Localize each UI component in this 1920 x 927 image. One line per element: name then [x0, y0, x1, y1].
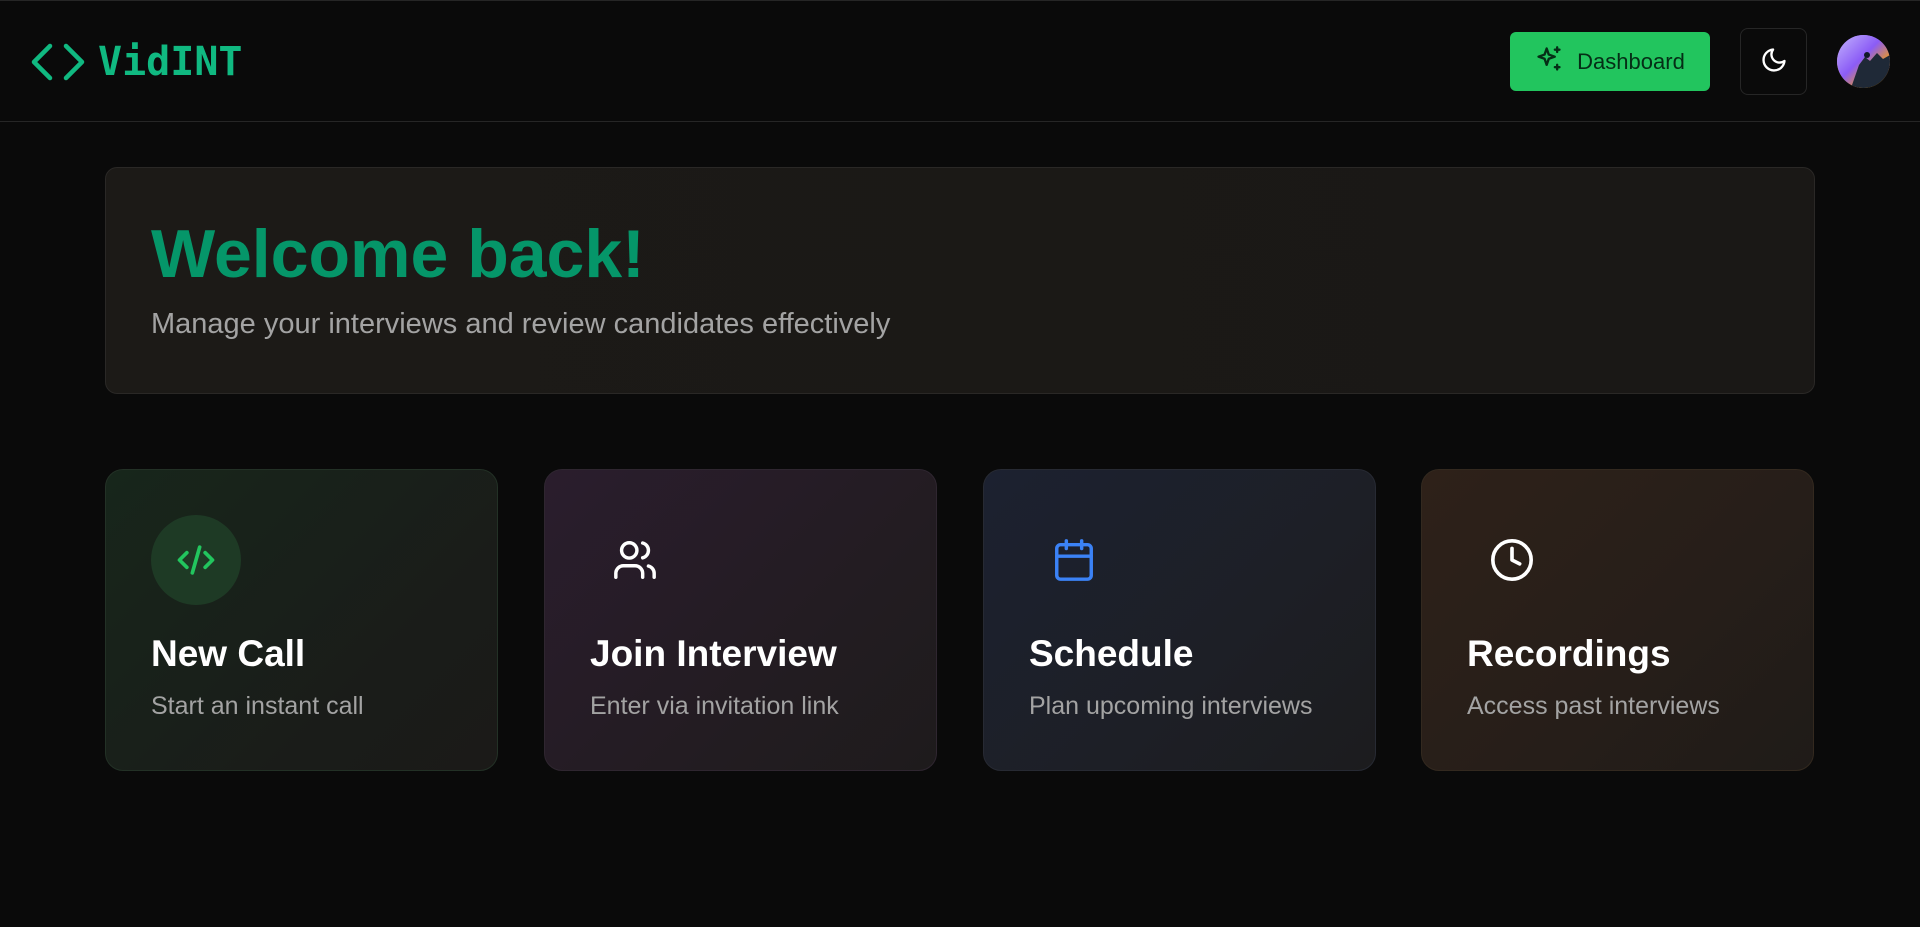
- recordings-card[interactable]: Recordings Access past interviews: [1421, 469, 1814, 771]
- welcome-subtitle: Manage your interviews and review candid…: [151, 308, 891, 340]
- theme-toggle-button[interactable]: [1740, 28, 1807, 95]
- moon-icon: [1760, 46, 1788, 77]
- card-description: Access past interviews: [1467, 692, 1720, 720]
- code-icon: [151, 515, 241, 605]
- dashboard-button[interactable]: Dashboard: [1510, 32, 1710, 91]
- new-call-card[interactable]: New Call Start an instant call: [105, 469, 498, 771]
- card-description: Start an instant call: [151, 692, 364, 720]
- users-icon: [590, 515, 680, 605]
- welcome-title: Welcome back!: [151, 216, 645, 292]
- logo-text: VidINT: [98, 39, 243, 85]
- card-description: Enter via invitation link: [590, 692, 839, 720]
- dashboard-button-label: Dashboard: [1577, 48, 1685, 74]
- card-description: Plan upcoming interviews: [1029, 692, 1313, 720]
- card-title: Join Interview: [590, 633, 837, 674]
- sparkles-icon: [1535, 45, 1563, 79]
- user-avatar[interactable]: [1837, 35, 1890, 88]
- code-brackets-icon: [30, 42, 86, 82]
- schedule-card[interactable]: Schedule Plan upcoming interviews: [983, 469, 1376, 771]
- logo-link[interactable]: VidINT: [30, 39, 243, 85]
- join-interview-card[interactable]: Join Interview Enter via invitation link: [544, 469, 937, 771]
- welcome-banner: Welcome back! Manage your interviews and…: [105, 167, 1815, 394]
- card-title: Recordings: [1467, 633, 1671, 674]
- top-header: VidINT Dashboard: [0, 0, 1920, 122]
- clock-icon: [1467, 515, 1557, 605]
- calendar-icon: [1029, 515, 1119, 605]
- card-title: New Call: [151, 633, 306, 674]
- card-title: Schedule: [1029, 633, 1194, 674]
